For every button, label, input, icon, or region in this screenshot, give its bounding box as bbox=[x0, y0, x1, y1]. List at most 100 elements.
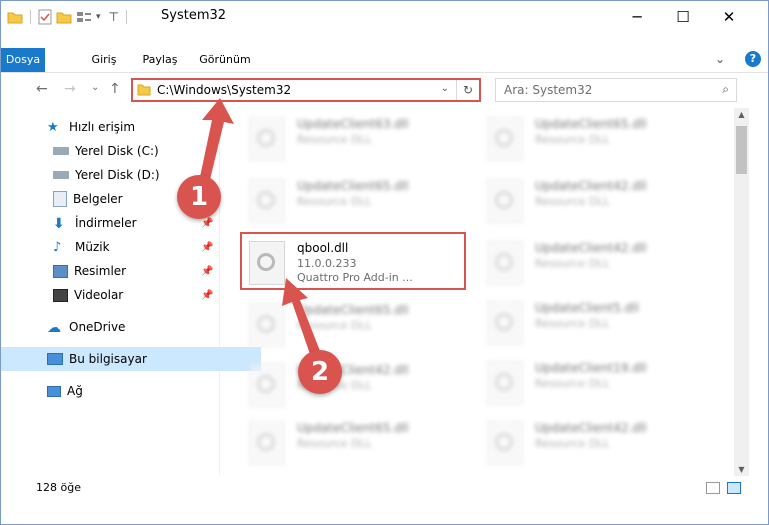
address-bar[interactable]: C:\Windows\System32 ⌄ ↻ bbox=[131, 78, 481, 102]
navigation-pane: ★ Hızlı erişim Yerel Disk (C:) Yerel Dis… bbox=[1, 109, 261, 475]
pin-icon[interactable]: 📌 bbox=[201, 290, 213, 301]
forward-button[interactable]: → bbox=[64, 81, 76, 97]
sidebar-item-label: Müzik bbox=[75, 240, 110, 254]
file-name: UpdateClient42.dll bbox=[535, 179, 647, 193]
search-input[interactable]: Ara: System32 ⌕ bbox=[495, 78, 737, 102]
scroll-down-icon[interactable]: ▼ bbox=[734, 465, 749, 474]
list-item[interactable]: UpdateClient65.dll Resource DLL bbox=[239, 415, 464, 473]
scrollbar-thumb[interactable] bbox=[736, 126, 747, 174]
sidebar-item-label: Resimler bbox=[74, 264, 127, 278]
sidebar-item-onedrive[interactable]: ☁ OneDrive bbox=[1, 315, 261, 339]
scroll-up-icon[interactable]: ▲ bbox=[734, 110, 749, 119]
file-description: Resource DLL bbox=[535, 257, 610, 270]
search-placeholder[interactable]: Ara: System32 bbox=[504, 83, 592, 97]
sidebar-item-label: Yerel Disk (C:) bbox=[75, 144, 159, 158]
sidebar-item-label: İndirmeler bbox=[75, 216, 137, 230]
tab-view[interactable]: Görünüm bbox=[199, 48, 251, 72]
list-item[interactable]: UpdateClient65.dll Resource DLL bbox=[239, 297, 464, 355]
pin-icon[interactable]: 📌 bbox=[201, 218, 213, 229]
details-view-icon[interactable] bbox=[706, 482, 720, 494]
close-button[interactable]: ✕ bbox=[706, 1, 752, 32]
file-name: UpdateClient63.dll bbox=[297, 117, 409, 131]
navigation-bar: ← → ⌄ ↑ C:\Windows\System32 ⌄ ↻ Ara: Sys… bbox=[1, 73, 768, 107]
list-item[interactable]: UpdateClient65.dll Resource DLL bbox=[239, 173, 464, 231]
video-icon bbox=[53, 288, 68, 302]
tab-share[interactable]: Paylaş bbox=[141, 48, 179, 72]
sidebar-item-label: Bu bilgisayar bbox=[69, 352, 147, 366]
sidebar-item-label: Ağ bbox=[67, 384, 83, 398]
chevron-down-icon[interactable]: ▾ bbox=[96, 12, 101, 22]
sidebar-item-label: Belgeler bbox=[73, 192, 123, 206]
properties-icon[interactable] bbox=[38, 9, 52, 25]
large-icons-view-icon[interactable] bbox=[727, 482, 741, 494]
list-item[interactable]: UpdateClient19.dll Resource DLL bbox=[477, 355, 702, 413]
sidebar-item-documents[interactable]: Belgeler bbox=[1, 187, 267, 211]
chevron-down-icon[interactable]: ⌄ bbox=[441, 83, 449, 94]
dll-file-icon bbox=[487, 301, 523, 345]
expand-ribbon-icon[interactable]: ⌄ bbox=[715, 52, 725, 66]
vertical-scrollbar[interactable]: ▲ ▼ bbox=[734, 108, 749, 476]
sidebar-item-drive-d[interactable]: Yerel Disk (D:) bbox=[1, 163, 267, 187]
up-button[interactable]: ↑ bbox=[109, 81, 121, 97]
sidebar-item-network[interactable]: Ağ bbox=[1, 379, 261, 403]
download-icon: ⬇ bbox=[53, 216, 65, 232]
customize-toolbar-icon[interactable]: ⊤ bbox=[109, 10, 119, 24]
help-button[interactable]: ? bbox=[745, 51, 761, 67]
dll-file-icon bbox=[249, 303, 285, 347]
tab-file[interactable]: Dosya bbox=[1, 48, 45, 72]
file-name: UpdateClient42.dll bbox=[535, 241, 647, 255]
step-1-badge: 1 bbox=[177, 175, 221, 219]
tab-home[interactable]: Giriş bbox=[89, 48, 119, 72]
folder-icon bbox=[137, 84, 151, 96]
sidebar-item-pictures[interactable]: Resimler 📌 bbox=[1, 259, 267, 283]
dll-file-icon bbox=[487, 421, 523, 465]
refresh-icon[interactable]: ↻ bbox=[456, 80, 479, 100]
dll-file-icon bbox=[249, 421, 285, 465]
list-item[interactable]: UpdateClient42.dll Resource DLL bbox=[239, 357, 464, 415]
list-item[interactable]: UpdateClient42.dll Resource DLL bbox=[477, 415, 702, 473]
pin-icon[interactable]: 📌 bbox=[201, 242, 213, 253]
new-folder-icon[interactable] bbox=[56, 10, 72, 24]
file-description: Resource DLL bbox=[535, 133, 610, 146]
toolbar-divider bbox=[30, 10, 31, 24]
list-item[interactable]: UpdateClient63.dll Resource DLL bbox=[239, 111, 464, 169]
file-description: Resource DLL bbox=[535, 377, 610, 390]
sidebar-item-quick-access[interactable]: ★ Hızlı erişim bbox=[1, 115, 261, 139]
pictures-icon bbox=[53, 264, 68, 278]
file-description: Resource DLL bbox=[535, 317, 610, 330]
quick-access-toolbar: ▾ ⊤ bbox=[7, 7, 130, 27]
address-path[interactable]: C:\Windows\System32 bbox=[157, 83, 291, 97]
drive-icon bbox=[53, 147, 69, 155]
file-name: UpdateClient65.dll bbox=[535, 117, 647, 131]
sidebar-item-videos[interactable]: Videolar 📌 bbox=[1, 283, 267, 307]
list-item[interactable]: UpdateClient5.dll Resource DLL bbox=[477, 295, 702, 353]
status-bar: 128 öğe bbox=[1, 476, 768, 500]
music-icon: ♪ bbox=[53, 240, 62, 255]
sidebar-item-this-pc[interactable]: Bu bilgisayar bbox=[1, 347, 261, 371]
item-count: 128 öğe bbox=[36, 481, 81, 494]
minimize-button[interactable]: ─ bbox=[614, 1, 660, 32]
list-item[interactable]: UpdateClient42.dll Resource DLL bbox=[477, 235, 702, 293]
list-item[interactable]: UpdateClient42.dll Resource DLL bbox=[477, 173, 702, 231]
sidebar-item-downloads[interactable]: ⬇ İndirmeler 📌 bbox=[1, 211, 267, 235]
list-item[interactable]: UpdateClient65.dll Resource DLL bbox=[477, 111, 702, 169]
pin-icon[interactable]: 📌 bbox=[201, 266, 213, 277]
recent-locations-button[interactable]: ⌄ bbox=[91, 82, 99, 93]
maximize-button[interactable]: ☐ bbox=[660, 1, 706, 32]
dll-file-icon bbox=[487, 117, 523, 161]
back-button[interactable]: ← bbox=[36, 81, 48, 97]
sidebar-item-music[interactable]: ♪ Müzik 📌 bbox=[1, 235, 267, 259]
qbool-highlight-box bbox=[240, 232, 466, 290]
dll-file-icon bbox=[487, 179, 523, 223]
title-bar: ▾ ⊤ System32 ─ ☐ ✕ bbox=[1, 1, 768, 32]
dll-file-icon bbox=[249, 179, 285, 223]
computer-icon bbox=[47, 353, 63, 365]
search-icon[interactable]: ⌕ bbox=[722, 82, 729, 97]
file-description: Resource DLL bbox=[297, 319, 372, 332]
view-options-icon[interactable] bbox=[76, 10, 92, 24]
toolbar-divider bbox=[125, 10, 127, 24]
file-name: UpdateClient19.dll bbox=[535, 361, 647, 375]
sidebar-item-drive-c[interactable]: Yerel Disk (C:) bbox=[1, 139, 267, 163]
sidebar-item-label: OneDrive bbox=[69, 320, 126, 334]
sidebar-item-label: Yerel Disk (D:) bbox=[75, 168, 160, 182]
